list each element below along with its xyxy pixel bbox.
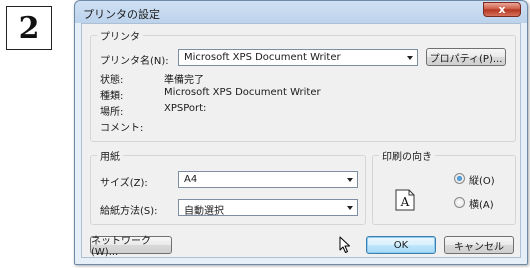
comment-label: コメント:: [100, 123, 144, 134]
chevron-down-icon: [347, 206, 353, 210]
paper-group-legend: 用紙: [100, 152, 120, 163]
chevron-down-icon: [347, 178, 353, 182]
portrait-radio[interactable]: [454, 173, 465, 184]
dialog-client-area: プリンタ プリンタ名(N): Microsoft XPS Document Wr…: [81, 23, 521, 258]
status-label: 状態:: [100, 75, 124, 86]
ok-button[interactable]: OK: [366, 236, 436, 254]
properties-button[interactable]: プロパティ(P)...: [426, 48, 506, 66]
mouse-pointer-icon: [339, 236, 350, 253]
chevron-down-icon: [407, 56, 413, 60]
paper-source-select[interactable]: 自動選択: [178, 199, 358, 217]
paper-size-value: A4: [184, 174, 198, 185]
cancel-button[interactable]: キャンセル: [444, 236, 514, 254]
close-icon: x: [498, 3, 506, 16]
step-badge: 2: [6, 6, 52, 50]
landscape-label[interactable]: 横(A): [469, 196, 494, 211]
paper-source-label: 給紙方法(S):: [100, 206, 158, 217]
paper-size-select[interactable]: A4: [178, 171, 358, 188]
portrait-label[interactable]: 縦(O): [469, 172, 495, 187]
paper-source-value: 自動選択: [184, 206, 224, 217]
close-button[interactable]: x: [483, 2, 521, 17]
type-value: Microsoft XPS Document Writer: [164, 87, 321, 98]
orientation-group-legend: 印刷の向き: [382, 152, 432, 163]
printer-group-legend: プリンタ: [100, 32, 140, 43]
printer-name-value: Microsoft XPS Document Writer: [184, 52, 341, 63]
portrait-page-icon: A: [395, 189, 415, 211]
type-label: 種類:: [100, 91, 124, 102]
printer-group: プリンタ: [90, 28, 516, 142]
printer-name-select[interactable]: Microsoft XPS Document Writer: [178, 49, 418, 66]
printer-setup-dialog: プリンタの設定 x プリンタ プリンタ名(N): Microsoft XPS D…: [74, 0, 528, 265]
landscape-radio[interactable]: [454, 197, 465, 208]
network-button[interactable]: ネットワーク(W)...: [90, 236, 172, 258]
where-value: XPSPort:: [164, 103, 207, 114]
portrait-page-letter: A: [400, 195, 410, 209]
paper-size-label: サイズ(Z):: [100, 178, 148, 189]
dialog-title: プリンタの設定: [83, 8, 160, 21]
where-label: 場所:: [100, 107, 124, 118]
status-value: 準備完了: [164, 75, 204, 86]
printer-name-label: プリンタ名(N):: [100, 56, 169, 67]
